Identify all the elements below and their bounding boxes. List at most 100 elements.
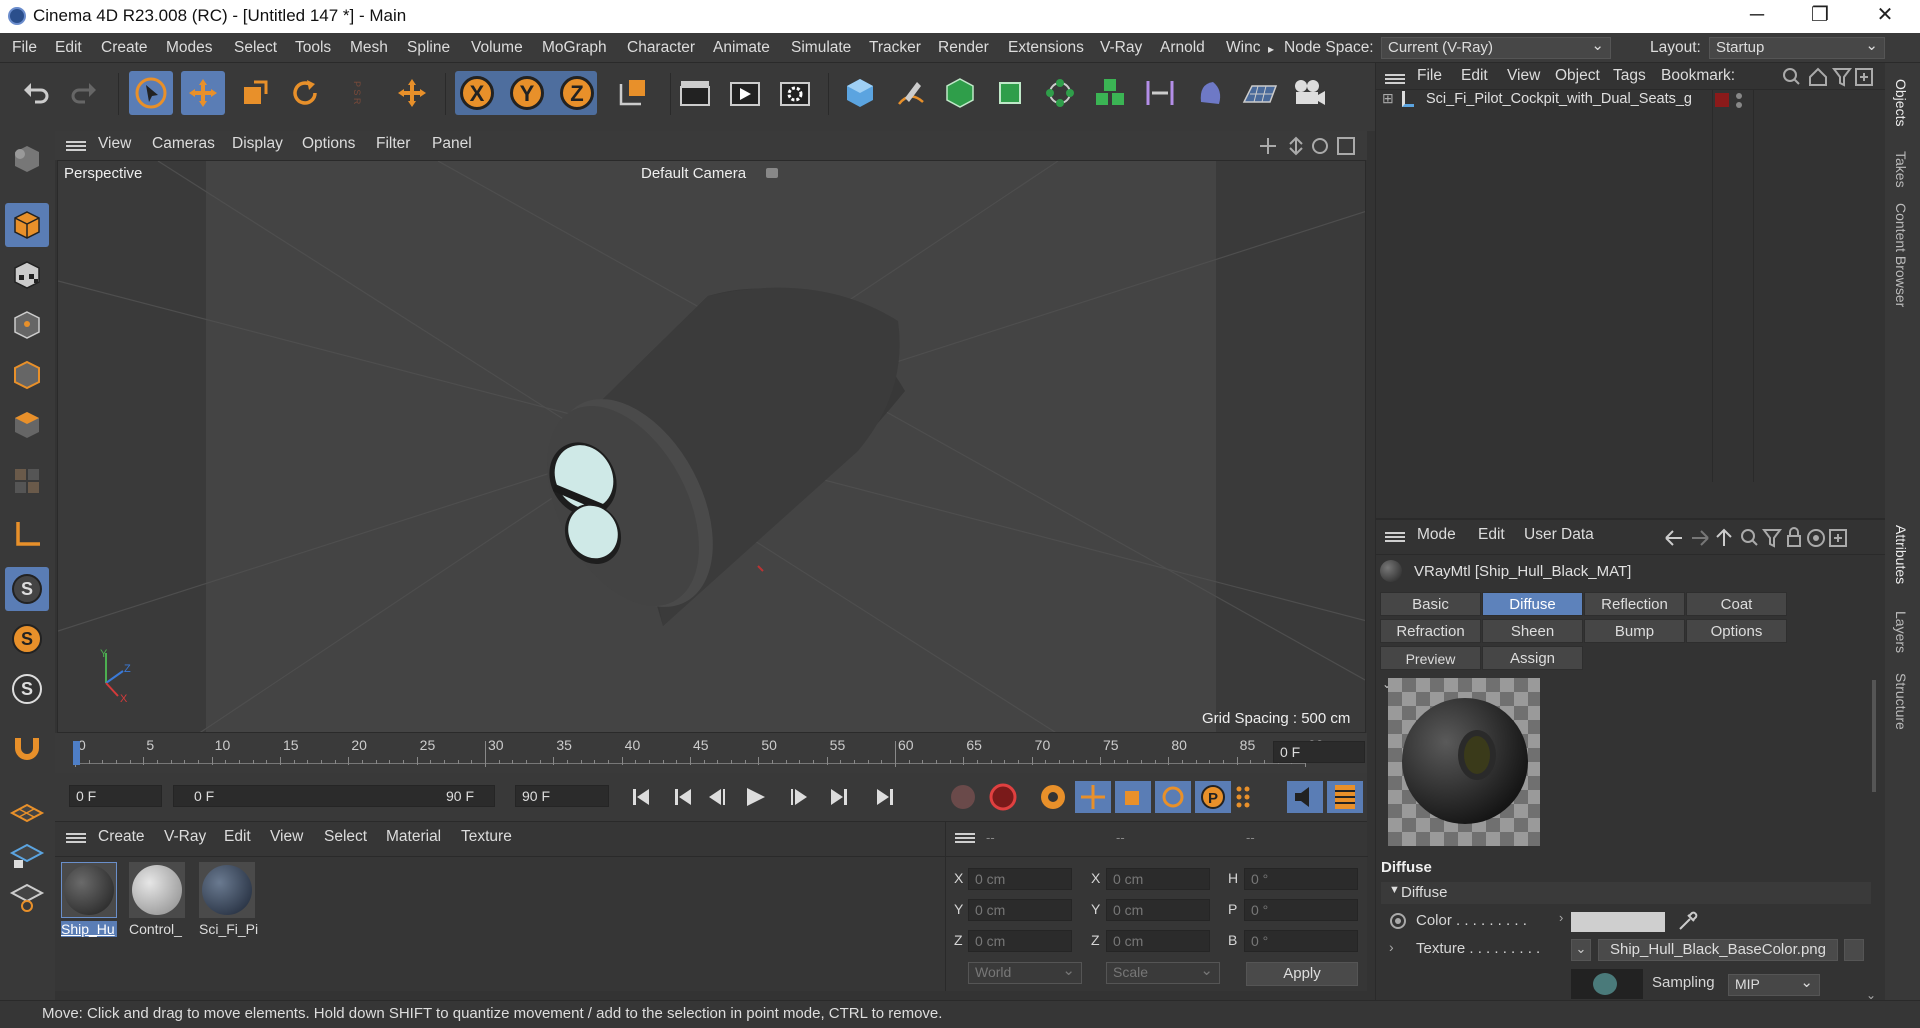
undo-button[interactable] [14, 71, 58, 115]
menu-vray[interactable]: V-Ray [1100, 39, 1142, 57]
preview-scrollbar[interactable] [1872, 680, 1876, 792]
rotation-h-field[interactable]: 0 ° [1244, 868, 1358, 890]
coord-mode-scale-dropdown[interactable]: Scale [1106, 962, 1220, 984]
playhead[interactable] [73, 741, 80, 765]
menu-render[interactable]: Render [938, 39, 989, 57]
material-menu-texture[interactable]: Texture [461, 828, 512, 846]
sampling-dropdown[interactable]: MIP [1728, 974, 1820, 996]
menu-edit[interactable]: Edit [55, 39, 82, 57]
object-menu-edit[interactable]: Edit [1461, 67, 1488, 85]
color-swatch[interactable] [1571, 912, 1665, 932]
position-x-field[interactable]: 0 cm [968, 868, 1072, 890]
keyframe-buttons[interactable]: P [1035, 779, 1255, 815]
material-menu-select[interactable]: Select [324, 828, 367, 846]
tab-assign[interactable]: Assign [1482, 646, 1583, 670]
field-button[interactable] [1188, 71, 1232, 115]
menu-extensions[interactable]: Extensions [1008, 39, 1084, 57]
mograph-cubes-button[interactable] [1088, 71, 1132, 115]
object-menu-bookmarks[interactable]: Bookmark: [1661, 67, 1735, 85]
pen-spline-button[interactable] [888, 71, 932, 115]
viewport-menu-options[interactable]: Options [302, 135, 355, 153]
object-row[interactable]: ⊞ Sci_Fi_Pilot_Cockpit_with_Dual_Seats_g [1376, 89, 1712, 111]
attribute-menu-mode[interactable]: Mode [1417, 526, 1456, 544]
model-mode-button[interactable] [5, 203, 49, 247]
menu-file[interactable]: File [12, 39, 37, 57]
timeline-ruler[interactable]: 051015202530354045505560657075808590 0 F [55, 733, 1367, 773]
texture-extra-button[interactable] [1844, 939, 1864, 961]
layout-dropdown[interactable]: Startup [1709, 37, 1885, 59]
attribute-nav-tools[interactable] [1662, 526, 1882, 550]
render-dot-icon[interactable] [1736, 102, 1742, 108]
menu-volume[interactable]: Volume [471, 39, 523, 57]
material-hamburger-icon[interactable] [66, 831, 86, 845]
diffuse-group-header[interactable]: ▼ Diffuse [1381, 882, 1871, 904]
solo-hierarchy-button[interactable]: S [5, 617, 49, 661]
current-frame-field[interactable]: 0 F [1273, 741, 1365, 763]
eyedropper-icon[interactable] [1676, 909, 1700, 933]
menu-mesh[interactable]: Mesh [350, 39, 388, 57]
tab-preview-settings[interactable]: Preview Settings [1380, 646, 1481, 691]
menu-modes[interactable]: Modes [166, 39, 213, 57]
y-axis-lock-button[interactable]: Y [505, 71, 549, 115]
uv-mode-button[interactable] [5, 459, 49, 503]
material-swatch-ship-hull[interactable]: Ship_Hu [61, 862, 117, 948]
size-y-field[interactable]: 0 cm [1106, 899, 1210, 921]
node-space-dropdown[interactable]: Current (V-Ray) [1381, 37, 1611, 59]
rotation-b-field[interactable]: 0 ° [1244, 930, 1358, 952]
attribute-hamburger-icon[interactable] [1385, 530, 1405, 544]
object-name[interactable]: Sci_Fi_Pilot_Cockpit_with_Dual_Seats_g [1426, 91, 1706, 107]
playback-buttons[interactable] [625, 783, 935, 811]
material-swatch-control[interactable]: Control_ [129, 862, 189, 948]
psr-button[interactable]: P S R [335, 71, 379, 115]
position-y-field[interactable]: 0 cm [968, 899, 1072, 921]
attribute-menu-user-data[interactable]: User Data [1524, 526, 1594, 544]
apply-button[interactable]: Apply [1246, 962, 1358, 986]
extrude-button[interactable] [988, 71, 1032, 115]
render-to-picture-viewer-button[interactable] [723, 71, 767, 115]
size-z-field[interactable]: 0 cm [1106, 930, 1210, 952]
minimize-button[interactable]: ─ [1727, 0, 1787, 33]
deformer-button[interactable] [1138, 71, 1182, 115]
viewport-menu-panel[interactable]: Panel [432, 135, 472, 153]
coord-mode-world-dropdown[interactable]: World [968, 962, 1082, 984]
move-tool-button[interactable] [181, 71, 225, 115]
make-editable-button[interactable] [5, 137, 49, 181]
object-menu-view[interactable]: View [1507, 67, 1540, 85]
tab-attributes[interactable]: Attributes [1893, 525, 1909, 584]
floor-button[interactable] [1238, 71, 1282, 115]
texture-menu-button[interactable]: ⌄ [1571, 939, 1591, 961]
maximize-button[interactable]: ❐ [1790, 0, 1850, 33]
material-menu-material[interactable]: Material [386, 828, 441, 846]
camera-label[interactable]: Default Camera [641, 165, 746, 182]
object-menu-tags[interactable]: Tags [1613, 67, 1646, 85]
material-swatch-sci-fi[interactable]: Sci_Fi_Pil [199, 862, 259, 948]
snap-button[interactable] [5, 725, 49, 769]
tab-refraction[interactable]: Refraction [1380, 619, 1481, 643]
redo-button[interactable] [62, 71, 106, 115]
z-axis-lock-button[interactable]: Z [555, 71, 599, 115]
tab-objects[interactable]: Objects [1893, 79, 1909, 126]
menu-window[interactable]: Winc [1226, 39, 1260, 57]
viewport-hamburger-icon[interactable] [66, 139, 86, 153]
tab-bump[interactable]: Bump [1584, 619, 1685, 643]
transform-button[interactable] [390, 71, 434, 115]
menu-create[interactable]: Create [101, 39, 148, 57]
coordinate-system-button[interactable] [610, 71, 654, 115]
perspective-viewport[interactable]: Perspective Default Camera Grid Spacing … [57, 160, 1366, 733]
object-menu-object[interactable]: Object [1555, 67, 1600, 85]
attribute-menu-edit[interactable]: Edit [1478, 526, 1505, 544]
menu-arnold[interactable]: Arnold [1160, 39, 1205, 57]
subdivision-surface-button[interactable] [938, 71, 982, 115]
material-menu-vray[interactable]: V-Ray [164, 828, 206, 846]
color-expand-icon[interactable]: › [1559, 910, 1563, 925]
close-button[interactable]: ✕ [1855, 0, 1915, 33]
coords-hamburger-icon[interactable] [955, 831, 975, 845]
tab-sheen[interactable]: Sheen [1482, 619, 1583, 643]
object-manager-tools[interactable] [1780, 65, 1880, 89]
material-menu-create[interactable]: Create [98, 828, 145, 846]
scale-tool-button[interactable] [233, 71, 277, 115]
object-menu-file[interactable]: File [1417, 67, 1442, 85]
position-z-field[interactable]: 0 cm [968, 930, 1072, 952]
tab-basic[interactable]: Basic [1380, 592, 1481, 616]
locked-workplane-button[interactable] [5, 833, 49, 877]
